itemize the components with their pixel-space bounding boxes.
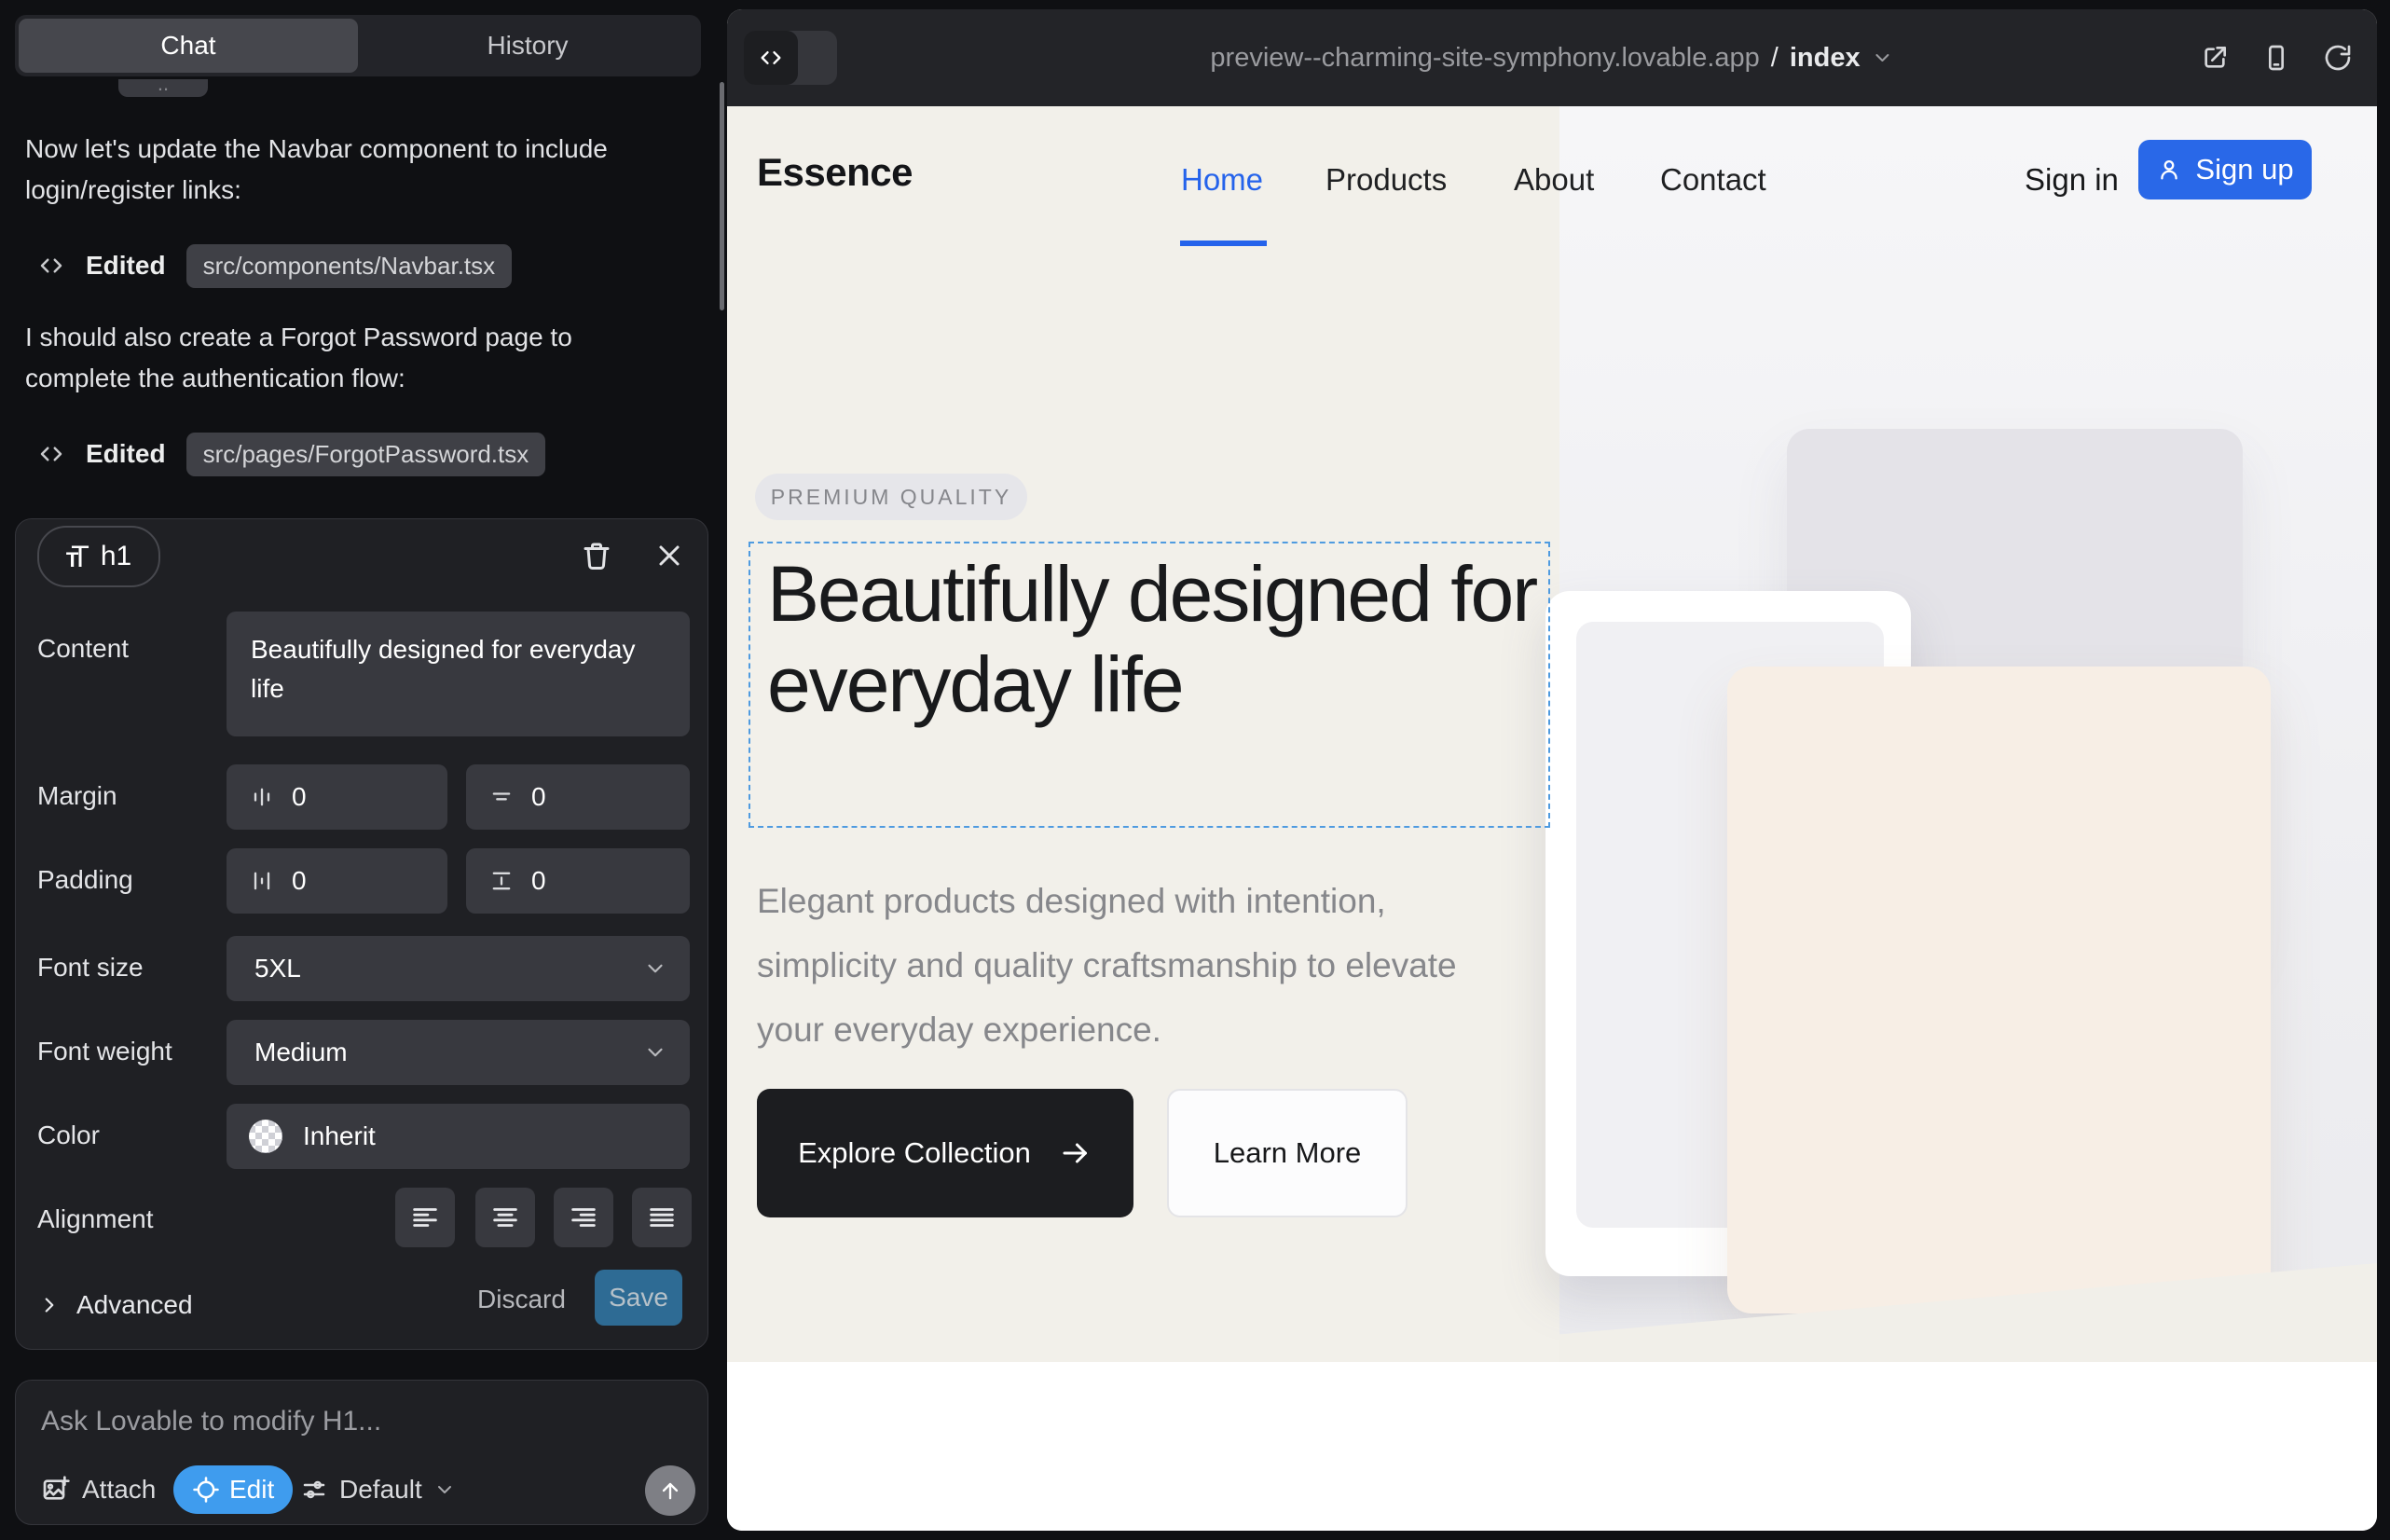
font-size-label: Font size <box>37 953 144 983</box>
sign-in-link[interactable]: Sign in <box>2025 162 2119 198</box>
content-label: Content <box>37 634 129 664</box>
font-weight-select[interactable]: Medium <box>227 1020 690 1085</box>
color-picker-field[interactable]: Inherit <box>227 1104 690 1169</box>
color-label: Color <box>37 1121 100 1150</box>
tab-chat[interactable]: Chat <box>19 19 358 73</box>
url-bar[interactable]: preview--charming-site-symphony.lovable.… <box>1210 9 1893 106</box>
selected-element-tag: TT h1 <box>37 526 160 587</box>
chevron-down-icon <box>643 956 667 981</box>
margin-label: Margin <box>37 781 117 811</box>
assistant-message: Now let's update the Navbar component to… <box>25 129 640 211</box>
alignment-label: Alignment <box>37 1204 154 1234</box>
code-preview-toggle[interactable] <box>744 31 837 85</box>
arrow-up-icon <box>657 1478 683 1504</box>
sliders-icon <box>300 1476 328 1504</box>
padding-label: Padding <box>37 865 133 895</box>
hero-description: Elegant products designed with intention… <box>757 869 1503 1062</box>
hero-section: Essence Home Products About Contact Sign… <box>727 106 2377 1362</box>
margin-y-icon <box>488 784 515 810</box>
app-window: Chat History .. Now let's update the Nav… <box>0 0 2390 1540</box>
chevron-right-icon <box>37 1293 62 1317</box>
code-icon <box>37 252 65 280</box>
hero-heading: Beautifully designed for everyday life <box>758 543 1550 736</box>
delete-element-button[interactable] <box>580 539 613 572</box>
chevron-down-icon <box>643 1040 667 1065</box>
mobile-view-button[interactable] <box>2261 43 2291 73</box>
image-plus-icon <box>41 1475 71 1505</box>
close-editor-button[interactable] <box>652 539 686 572</box>
save-button[interactable]: Save <box>595 1270 682 1326</box>
edit-mode-button[interactable]: Edit <box>173 1465 293 1514</box>
browser-toolbar: preview--charming-site-symphony.lovable.… <box>727 9 2377 106</box>
code-icon <box>37 440 65 468</box>
transparent-color-swatch <box>249 1120 282 1153</box>
premium-quality-badge: PREMIUM QUALITY <box>755 474 1027 520</box>
padding-x-icon <box>249 868 275 894</box>
edited-label: Edited <box>86 251 166 281</box>
site-logo[interactable]: Essence <box>757 150 913 195</box>
padding-y-icon <box>488 868 515 894</box>
margin-x-input[interactable]: 0 <box>227 764 447 830</box>
edited-label: Edited <box>86 439 166 469</box>
attach-button[interactable]: Attach <box>41 1465 156 1514</box>
explore-collection-button[interactable]: Explore Collection <box>757 1089 1133 1217</box>
edited-file-chip[interactable]: src/pages/ForgotPassword.tsx <box>186 433 546 476</box>
arrow-right-icon <box>1059 1136 1092 1170</box>
nav-link-contact[interactable]: Contact <box>1660 162 1766 198</box>
element-tag-label: h1 <box>101 541 131 572</box>
edited-file-row: Edited src/components/Navbar.tsx <box>37 244 512 287</box>
font-weight-label: Font weight <box>37 1037 172 1066</box>
sign-up-button[interactable]: Sign up <box>2138 140 2312 199</box>
active-nav-underline <box>1180 241 1267 246</box>
discard-button[interactable]: Discard <box>477 1285 566 1314</box>
hero-decor-card-beige <box>1727 667 2271 1313</box>
padding-y-input[interactable]: 0 <box>466 848 690 914</box>
target-icon <box>192 1476 220 1504</box>
prompt-input[interactable]: Ask Lovable to modify H1... <box>41 1406 381 1437</box>
chat-scrollbar[interactable] <box>720 82 724 310</box>
type-icon: TT <box>66 540 89 574</box>
font-size-select[interactable]: 5XL <box>227 936 690 1001</box>
url-domain: preview--charming-site-symphony.lovable.… <box>1210 43 1759 74</box>
content-textarea[interactable]: Beautifully designed for everyday life <box>227 612 690 736</box>
edited-file-chip[interactable]: src/components/Navbar.tsx <box>186 244 513 288</box>
nav-link-products[interactable]: Products <box>1325 162 1447 198</box>
preview-panel: preview--charming-site-symphony.lovable.… <box>727 9 2377 1531</box>
nav-link-about[interactable]: About <box>1514 162 1594 198</box>
site-page: Essence Home Products About Contact Sign… <box>727 106 2377 1531</box>
align-right-button[interactable] <box>554 1188 613 1247</box>
user-icon <box>2156 157 2182 183</box>
learn-more-button[interactable]: Learn More <box>1167 1089 1408 1217</box>
advanced-toggle[interactable]: Advanced <box>37 1285 193 1326</box>
mode-selector[interactable]: Default <box>300 1465 456 1514</box>
chevron-down-icon <box>1872 47 1894 69</box>
refresh-button[interactable] <box>2323 43 2353 73</box>
url-page: index <box>1790 43 1861 74</box>
margin-x-icon <box>249 784 275 810</box>
margin-y-input[interactable]: 0 <box>466 764 690 830</box>
align-justify-button[interactable] <box>632 1188 692 1247</box>
assistant-message: I should also create a Forgot Password p… <box>25 317 640 399</box>
align-center-button[interactable] <box>475 1188 535 1247</box>
url-separator: / <box>1771 43 1779 74</box>
chat-history-tabs: Chat History <box>15 15 701 76</box>
nav-link-home[interactable]: Home <box>1181 162 1263 198</box>
selected-element-outline[interactable]: Beautifully designed for everyday life <box>749 542 1550 828</box>
padding-x-input[interactable]: 0 <box>227 848 447 914</box>
send-button[interactable] <box>645 1465 695 1516</box>
code-icon[interactable] <box>744 31 798 85</box>
tab-history[interactable]: History <box>358 19 697 73</box>
align-left-button[interactable] <box>395 1188 455 1247</box>
open-external-button[interactable] <box>2200 43 2230 73</box>
edited-file-row: Edited src/pages/ForgotPassword.tsx <box>37 433 545 475</box>
scrolled-chip-partial: .. <box>118 79 208 97</box>
chevron-down-icon <box>433 1478 456 1501</box>
